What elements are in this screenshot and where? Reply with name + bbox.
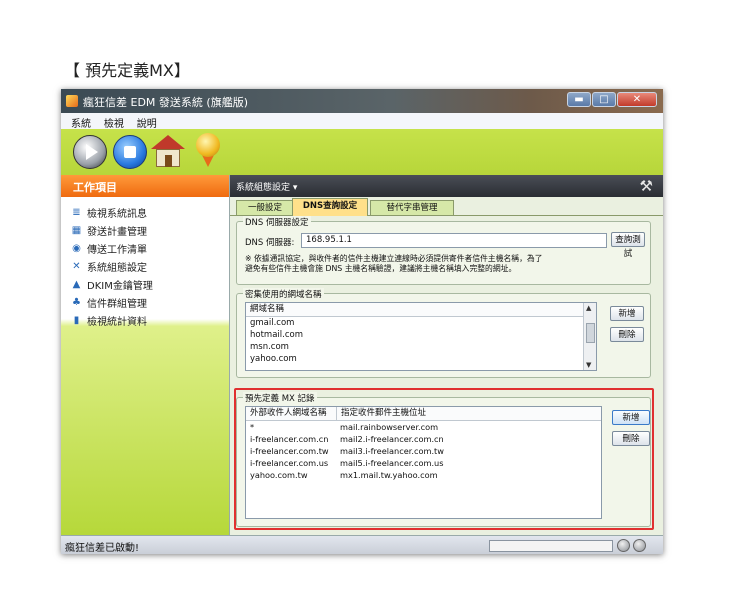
sidebar-title: 工作項目 [73, 181, 117, 194]
group-title: 預先定義 MX 記錄 [243, 392, 317, 404]
content-panel: 一般設定 DNS查詢設定 替代字串管理 DNS 伺服器設定 DNS 伺服器: 1… [230, 197, 663, 535]
cell-host: mail5.i-freelancer.com.us [340, 458, 444, 468]
stop-icon[interactable] [113, 135, 147, 169]
dns-note: ※ 依據通訊協定，與收件者的信件主機建立連線時必須提供寄件者信件主機名稱，為了 … [245, 254, 585, 274]
tools-icon: ⚒ [639, 177, 653, 195]
table-row[interactable]: * mail.rainbowserver.com [246, 421, 601, 433]
scrollbar[interactable]: ▲ ▼ [583, 303, 596, 370]
status-indicator-icon [633, 539, 646, 552]
config-dropdown[interactable]: 系統組態設定 ▾ [236, 180, 297, 193]
tab-general[interactable]: 一般設定 [236, 200, 294, 215]
medal-icon[interactable] [194, 133, 222, 169]
scroll-thumb[interactable] [586, 323, 595, 343]
sidebar: 工作項目 ≣ 檢視系統訊息 ▦ 發送計畫管理 ◉ 傳送工作清單 ✕ 系統組態設定… [61, 175, 230, 535]
sidebar-item-label: DKIM金鑰管理 [87, 280, 153, 292]
domains-group: 密集使用的網域名稱 網域名稱 gmail.com hotmail.com msn… [236, 288, 651, 378]
query-test-button[interactable]: 查詢測試 [611, 232, 645, 259]
title-bar[interactable]: 瘋狂信差 EDM 發送系統 (旗艦版) ▬ □ ✕ [61, 89, 663, 113]
chart-icon: ▮ [73, 314, 80, 326]
users-icon: ♣ [72, 296, 81, 308]
sidebar-item-label: 信件群組管理 [87, 298, 147, 310]
info-icon: ≣ [72, 206, 81, 218]
sidebar-item-label: 檢視統計資料 [87, 316, 147, 328]
list-item[interactable]: hotmail.com [246, 329, 596, 341]
app-icon [66, 95, 78, 107]
list-item[interactable]: msn.com [246, 341, 596, 353]
table-row[interactable]: i-freelancer.com.tw mail3.i-freelancer.c… [246, 445, 601, 457]
sidebar-item-job-list[interactable]: ◉ 傳送工作清單 [71, 239, 153, 257]
toolbar [61, 129, 663, 175]
delete-mx-button[interactable]: 刪除 [612, 431, 650, 446]
cell-host: mail2.i-freelancer.com.cn [340, 434, 444, 444]
menu-view[interactable]: 檢視 [104, 115, 124, 130]
scroll-up-icon[interactable]: ▲ [586, 304, 591, 312]
dns-server-input[interactable]: 168.95.1.1 [301, 233, 607, 248]
dns-server-group: DNS 伺服器設定 DNS 伺服器: 168.95.1.1 查詢測試 ※ 依據通… [236, 216, 651, 285]
key-icon: ▲ [72, 278, 81, 290]
clock-icon: ◉ [72, 242, 81, 254]
menu-system[interactable]: 系統 [71, 115, 91, 130]
list-item[interactable]: gmail.com [246, 317, 596, 329]
plan-icon: ▦ [71, 224, 82, 236]
sidebar-item-groups[interactable]: ♣ 信件群組管理 [71, 293, 153, 311]
app-window: 瘋狂信差 EDM 發送系統 (旗艦版) ▬ □ ✕ 系統 檢視 說明 工作項目 … [61, 89, 663, 554]
sidebar-header: 工作項目 [61, 175, 229, 197]
sidebar-item-stats[interactable]: ▮ 檢視統計資料 [71, 311, 153, 329]
menu-bar: 系統 檢視 說明 [61, 113, 663, 130]
domain-column-header[interactable]: 網域名稱 [246, 303, 596, 317]
group-title: 密集使用的網域名稱 [243, 288, 324, 300]
home-icon[interactable] [151, 135, 185, 167]
cell-domain: i-freelancer.com.us [250, 458, 329, 468]
sidebar-item-system-info[interactable]: ≣ 檢視系統訊息 [71, 203, 153, 221]
maximize-button[interactable]: □ [592, 92, 616, 107]
main-header: 系統組態設定 ▾ ⚒ [230, 175, 663, 197]
mx-records-group: 預先定義 MX 記錄 外部收件人網域名稱 指定收件郵件主機位址 * mail.r… [236, 392, 651, 527]
dns-note-line: 避免有些信件主機會施 DNS 主機名稱驗證，建議將主機名稱填入完整的網址。 [245, 264, 517, 273]
scroll-down-icon[interactable]: ▼ [586, 361, 591, 369]
tab-dns[interactable]: DNS查詢設定 [292, 198, 368, 216]
add-domain-button[interactable]: 新增 [610, 306, 644, 321]
cell-domain: i-freelancer.com.cn [250, 434, 329, 444]
sidebar-item-label: 發送計畫管理 [87, 226, 147, 238]
sidebar-item-dkim[interactable]: ▲ DKIM金鑰管理 [71, 275, 153, 293]
play-icon[interactable] [73, 135, 107, 169]
sidebar-item-label: 系統組態設定 [87, 262, 147, 274]
column-header-domain[interactable]: 外部收件人網域名稱 [246, 407, 337, 420]
cell-host: mail3.i-freelancer.com.tw [340, 446, 444, 456]
tab-bar: 一般設定 DNS查詢設定 替代字串管理 [230, 197, 663, 216]
status-indicator-icon [617, 539, 630, 552]
status-text: 瘋狂信差已啟動! [65, 543, 140, 554]
sidebar-item-label: 傳送工作清單 [87, 244, 147, 256]
tools-icon: ✕ [72, 260, 81, 272]
menu-help[interactable]: 說明 [137, 115, 157, 130]
window-title: 瘋狂信差 EDM 發送系統 (旗艦版) [83, 96, 248, 109]
mx-table[interactable]: 外部收件人網域名稱 指定收件郵件主機位址 * mail.rainbowserve… [245, 406, 602, 519]
cell-domain: yahoo.com.tw [250, 470, 308, 480]
progress-bar [489, 540, 613, 552]
sidebar-item-config[interactable]: ✕ 系統組態設定 [71, 257, 153, 275]
cell-host: mail.rainbowserver.com [340, 422, 439, 432]
domain-list[interactable]: 網域名稱 gmail.com hotmail.com msn.com yahoo… [245, 302, 597, 371]
dns-note-line: ※ 依據通訊協定，與收件者的信件主機建立連線時必須提供寄件者信件主機名稱，為了 [245, 254, 543, 263]
delete-domain-button[interactable]: 刪除 [610, 327, 644, 342]
group-title: DNS 伺服器設定 [243, 216, 311, 228]
sidebar-item-send-plan[interactable]: ▦ 發送計畫管理 [71, 221, 153, 239]
dns-server-label: DNS 伺服器: [245, 238, 295, 248]
cell-domain: i-freelancer.com.tw [250, 446, 329, 456]
list-item[interactable]: yahoo.com [246, 353, 596, 365]
minimize-button[interactable]: ▬ [567, 92, 591, 107]
mx-table-header: 外部收件人網域名稱 指定收件郵件主機位址 [246, 407, 601, 421]
add-mx-button[interactable]: 新增 [612, 410, 650, 425]
table-row[interactable]: i-freelancer.com.us mail5.i-freelancer.c… [246, 457, 601, 469]
table-row[interactable]: yahoo.com.tw mx1.mail.tw.yahoo.com [246, 469, 601, 481]
page-heading: 【 預先定義MX】 [64, 61, 190, 80]
table-row[interactable]: i-freelancer.com.cn mail2.i-freelancer.c… [246, 433, 601, 445]
column-header-host[interactable]: 指定收件郵件主機位址 [337, 407, 426, 420]
cell-host: mx1.mail.tw.yahoo.com [340, 470, 438, 480]
cell-domain: * [250, 422, 255, 432]
sidebar-item-label: 檢視系統訊息 [87, 208, 147, 220]
tab-replace-strings[interactable]: 替代字串管理 [370, 200, 454, 215]
close-button[interactable]: ✕ [617, 92, 657, 107]
status-bar: 瘋狂信差已啟動! [61, 535, 663, 554]
